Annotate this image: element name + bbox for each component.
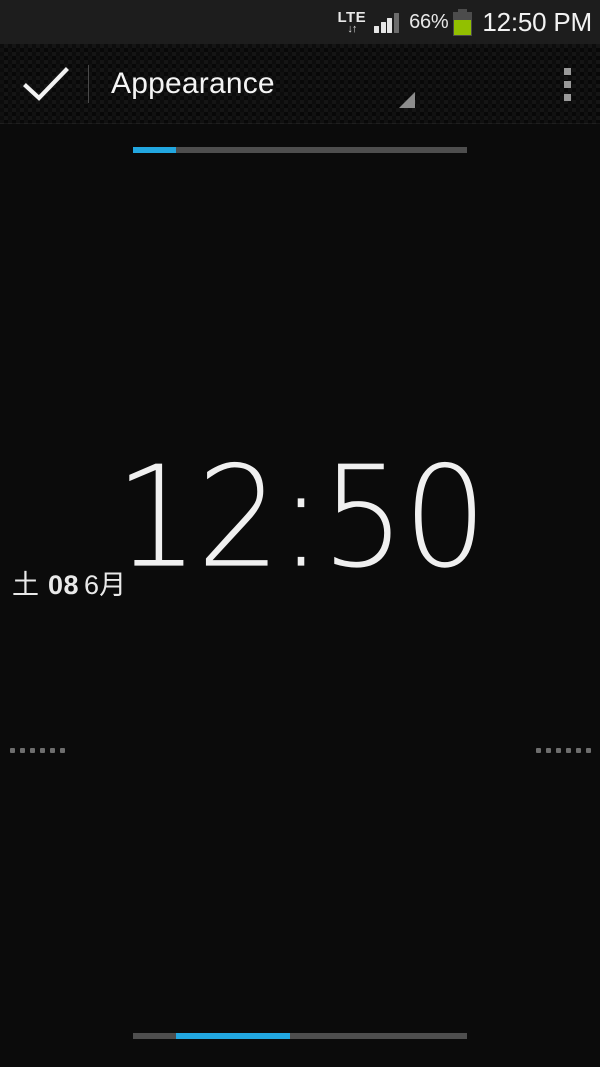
overflow-dot — [563, 80, 571, 88]
grip-dot — [10, 748, 15, 753]
check-icon — [23, 67, 69, 101]
battery-percent-label: 66% — [409, 10, 449, 33]
widget-clock-date: 土 08 6月 — [12, 572, 126, 599]
status-bar-icons: LTE ↓↑ 66% 12:50 PM — [337, 7, 592, 37]
appearance-page-indicator[interactable] — [133, 147, 467, 153]
grip-dot — [40, 748, 45, 753]
done-button[interactable] — [0, 44, 92, 124]
status-bar-clock: 12:50 PM — [482, 7, 592, 37]
widget-resize-handle-left[interactable] — [10, 748, 70, 753]
widget-resize-handle-right[interactable] — [536, 748, 596, 753]
grip-dot — [50, 748, 55, 753]
grip-dot — [566, 748, 571, 753]
battery-icon — [453, 8, 473, 36]
grip-dot — [20, 748, 25, 753]
grip-dot — [546, 748, 551, 753]
lte-icon: LTE ↓↑ — [337, 10, 366, 35]
grip-dot — [586, 748, 591, 753]
grip-dot — [30, 748, 35, 753]
widget-date-day: 08 — [48, 570, 80, 600]
action-bar-divider — [88, 65, 89, 103]
grip-dot — [536, 748, 541, 753]
status-bar[interactable]: LTE ↓↑ 66% 12:50 PM — [0, 0, 600, 44]
overflow-menu-button[interactable] — [534, 44, 600, 124]
signal-strength-icon — [374, 11, 400, 33]
dropdown-triangle-icon — [399, 92, 415, 108]
style-page-indicator[interactable] — [133, 1033, 467, 1039]
overflow-dot — [563, 67, 571, 75]
clock-widget-preview[interactable]: 12:50 土 08 6月 — [0, 180, 600, 1020]
page-indicator-segment — [176, 1033, 290, 1039]
action-bar: Appearance — [0, 44, 600, 124]
phone-screen: LTE ↓↑ 66% 12:50 PM Appearance 12:50 土 0… — [0, 0, 600, 1067]
data-activity-arrows: ↓↑ — [347, 22, 357, 35]
appearance-spinner[interactable]: Appearance — [111, 44, 534, 124]
grip-dot — [60, 748, 65, 753]
widget-date-month: 6月 — [84, 570, 127, 600]
widget-clock-time: 12:50 — [114, 436, 487, 600]
widget-date-day-of-week: 土 — [12, 570, 39, 600]
grip-dot — [576, 748, 581, 753]
page-title: Appearance — [111, 67, 275, 100]
overflow-dot — [563, 93, 571, 101]
page-indicator-segment — [133, 147, 177, 153]
grip-dot — [556, 748, 561, 753]
